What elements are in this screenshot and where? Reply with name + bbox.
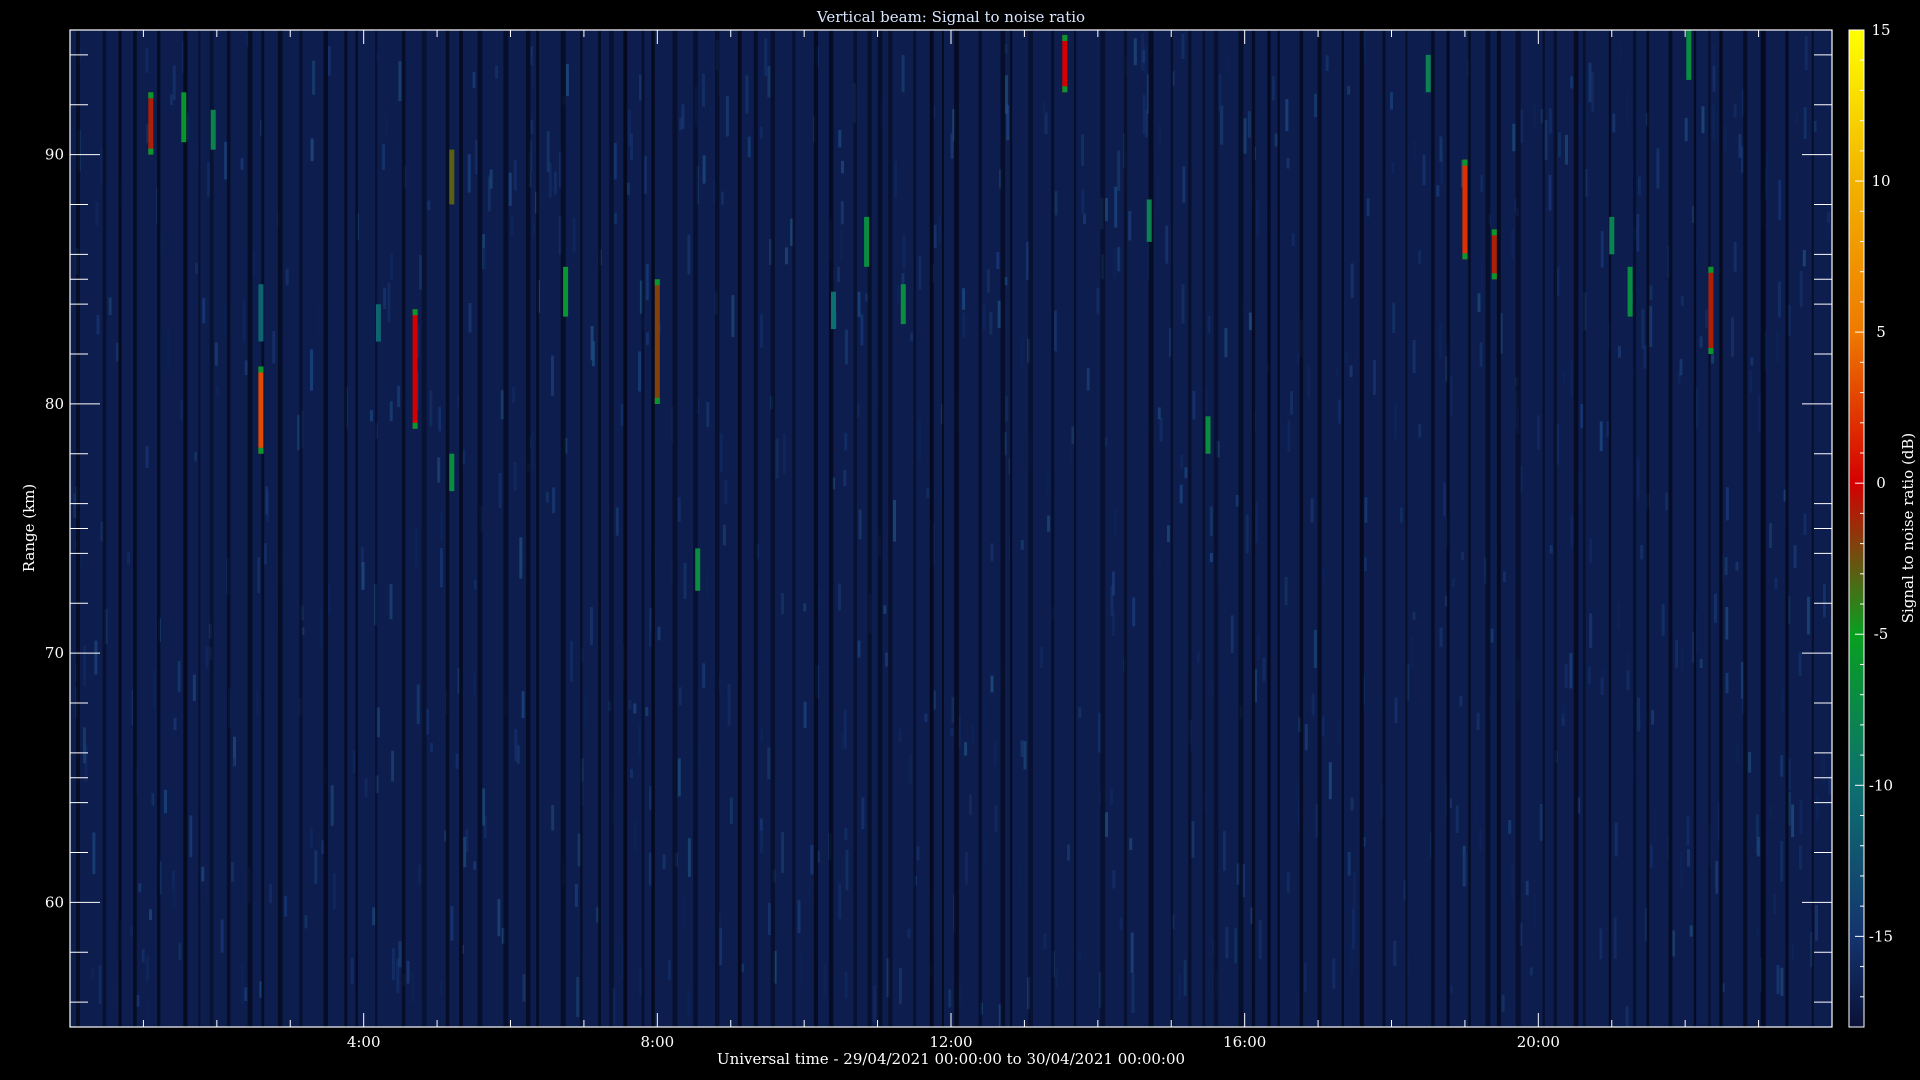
echo-mark	[1425, 54, 1431, 93]
echo-edge	[258, 447, 264, 454]
colorbar-tick-label: 0	[1876, 474, 1886, 492]
echo-mark	[148, 92, 154, 155]
echo-mark	[563, 266, 569, 317]
echo-mark	[1491, 229, 1497, 280]
colorbar-tick-label: 5	[1876, 323, 1886, 341]
echo-mark	[1146, 199, 1152, 242]
echo-edge	[1491, 273, 1497, 280]
echo-mark	[1627, 266, 1633, 317]
chart-title: Vertical beam: Signal to noise ratio	[816, 8, 1085, 26]
echo-mark	[1462, 159, 1468, 260]
x-tick-label: 16:00	[1223, 1033, 1266, 1051]
echo-mark	[1062, 35, 1068, 93]
colorbar-tick-label: -15	[1869, 927, 1893, 945]
y-tick-label: 90	[45, 146, 64, 164]
echo-mark	[1609, 216, 1615, 255]
colorbar-tick-label: 15	[1871, 21, 1890, 39]
echo-mark	[1205, 416, 1211, 454]
echo-edge	[654, 397, 660, 404]
echo-mark	[654, 279, 660, 404]
snr-chart: Vertical beam: Signal to noise ratio 4:0…	[20, 8, 1917, 1068]
echo-mark	[412, 309, 418, 429]
echo-edge	[148, 148, 154, 155]
colorbar-label: Signal to noise ratio (dB)	[1899, 433, 1917, 624]
echo-mark	[1708, 266, 1714, 354]
colorbar-tick-label: -10	[1869, 776, 1893, 794]
echo-mark	[831, 291, 836, 330]
echo-edge	[1462, 159, 1468, 166]
x-axis-label: Universal time - 29/04/2021 00:00:00 to …	[717, 1050, 1185, 1068]
echo-mark	[864, 216, 870, 267]
echo-mark	[258, 284, 264, 342]
echo-mark	[449, 453, 455, 492]
echo-edge	[1708, 348, 1714, 354]
y-tick-label: 70	[45, 644, 64, 662]
colorbar-tick-label: 10	[1871, 172, 1890, 190]
y-tick-label: 60	[45, 893, 64, 911]
x-tick-label: 12:00	[929, 1033, 972, 1051]
echo-edge	[1708, 266, 1714, 273]
colorbar-scale	[1848, 29, 1865, 1028]
echo-mark	[449, 149, 455, 205]
echo-edge	[412, 309, 418, 316]
echo-edge	[1062, 35, 1068, 41]
echo-mark	[210, 109, 216, 150]
echo-edge	[654, 279, 660, 286]
plot-area: 4:00 8:00 12:00 16:00 20:00 60 70 80 90	[45, 29, 1833, 1051]
echo-mark	[900, 284, 906, 325]
echo-edge	[148, 92, 154, 99]
echo-edge	[1062, 86, 1068, 93]
echo-mark	[375, 304, 381, 342]
x-tick-label: 8:00	[640, 1033, 674, 1051]
echo-mark	[181, 92, 187, 143]
x-tick-label: 20:00	[1517, 1033, 1560, 1051]
echo-edge	[1462, 253, 1468, 260]
y-tick-label: 80	[45, 395, 64, 413]
colorbar: 15 10 5 0 -5 -10 -15	[1848, 21, 1893, 1028]
echo-mark	[695, 548, 701, 591]
echo-edge	[1491, 229, 1497, 236]
x-tick-label: 4:00	[347, 1033, 381, 1051]
y-axis-label: Range (km)	[20, 484, 38, 573]
echo-mark	[258, 366, 264, 454]
echo-edge	[258, 366, 264, 373]
echo-mark	[1686, 30, 1692, 80]
echo-edge	[412, 422, 418, 429]
colorbar-tick-label: -5	[1874, 625, 1889, 643]
